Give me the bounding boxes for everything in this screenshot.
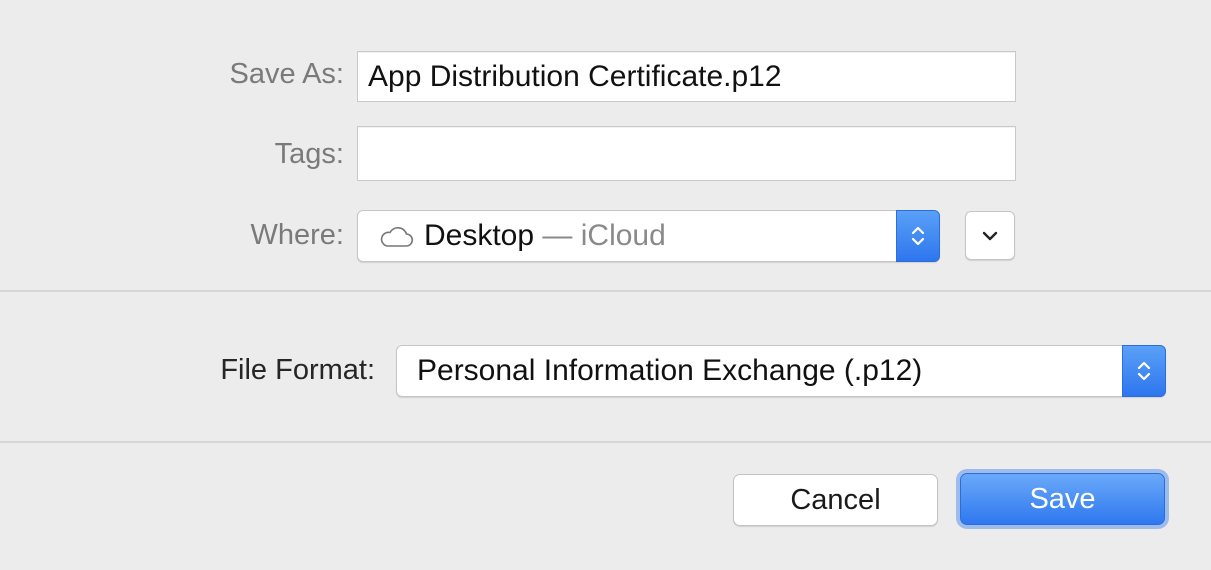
where-service: iCloud xyxy=(580,219,666,252)
cancel-button[interactable]: Cancel xyxy=(733,474,938,526)
tags-field[interactable] xyxy=(357,126,1016,181)
file-format-value: Personal Information Exchange (.p12) xyxy=(417,354,923,387)
save-as-label: Save As: xyxy=(229,58,344,90)
file-format-popup-arrows[interactable] xyxy=(1122,345,1166,397)
where-popup-arrows[interactable] xyxy=(896,210,940,262)
up-down-arrows-icon xyxy=(911,226,925,246)
expand-button[interactable] xyxy=(965,211,1015,260)
up-down-arrows-icon xyxy=(1137,361,1151,381)
file-format-popup[interactable]: Personal Information Exchange (.p12) xyxy=(396,345,1166,397)
divider-top xyxy=(0,290,1211,292)
save-as-field[interactable]: App Distribution Certificate.p12 xyxy=(357,51,1016,102)
where-separator: — xyxy=(534,219,581,252)
save-button[interactable]: Save xyxy=(960,473,1165,525)
divider-bottom xyxy=(0,441,1211,443)
where-location: Desktop xyxy=(424,219,535,252)
where-popup[interactable]: Desktop — iCloud xyxy=(357,210,940,262)
chevron-down-icon xyxy=(982,231,998,240)
cloud-icon xyxy=(378,225,414,254)
tags-label: Tags: xyxy=(274,138,344,170)
save-dialog: Save As: App Distribution Certificate.p1… xyxy=(0,0,1211,570)
file-format-label: File Format: xyxy=(220,354,375,386)
where-label: Where: xyxy=(250,219,344,251)
